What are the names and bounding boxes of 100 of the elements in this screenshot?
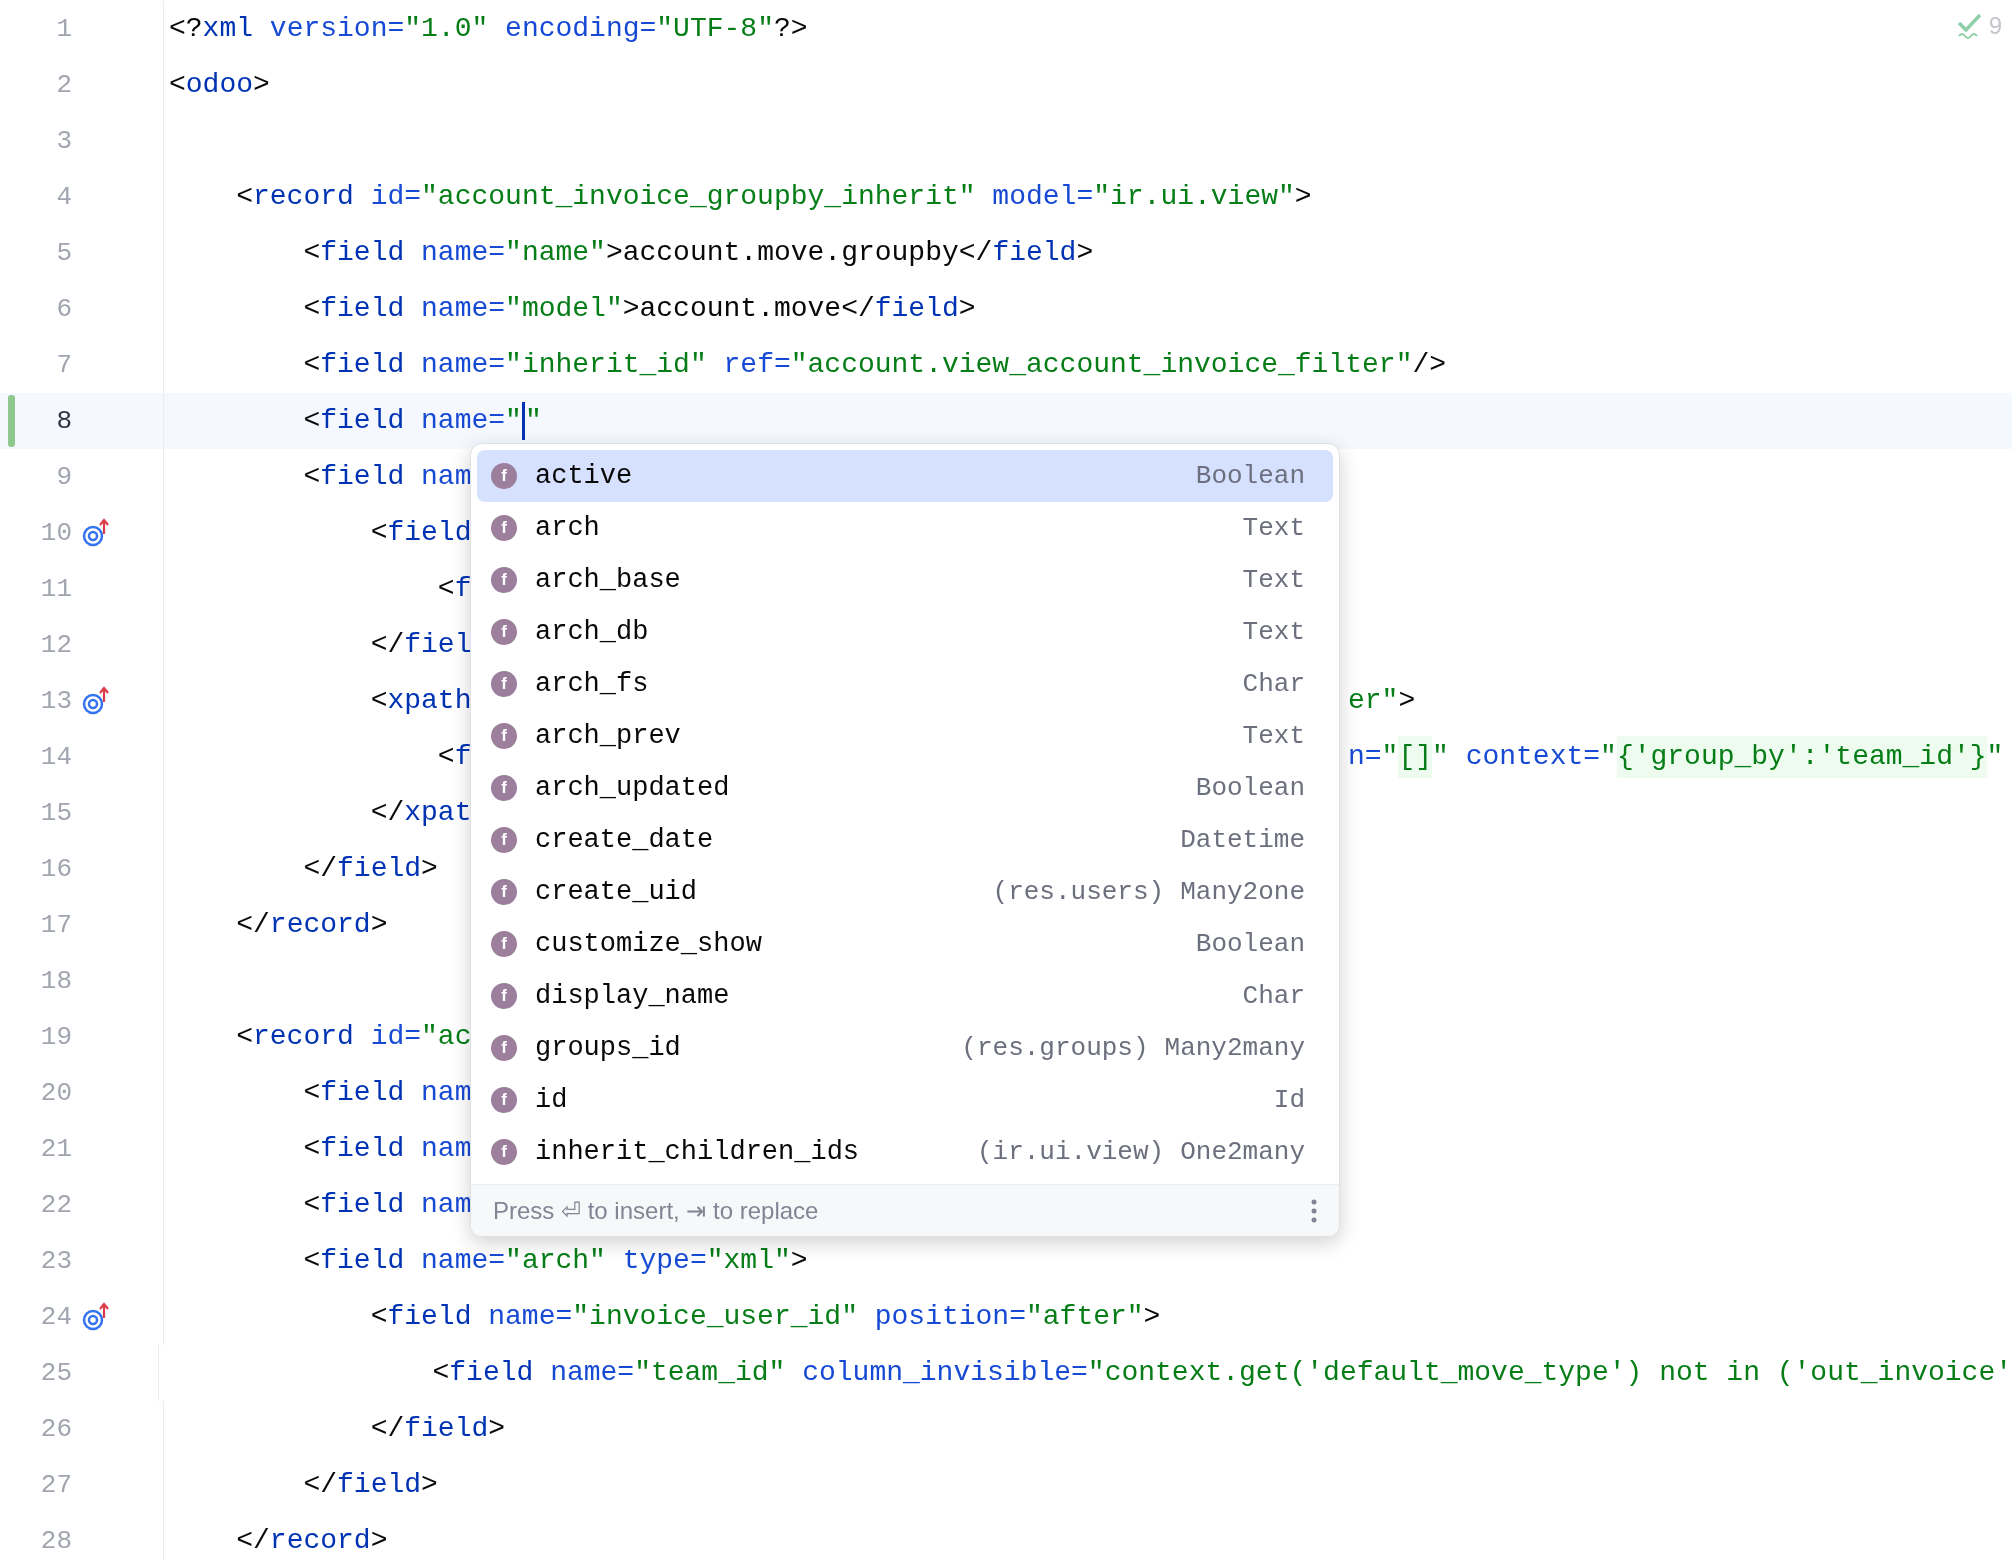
code-token: ?> [773,12,808,46]
target-arrow-icon[interactable] [82,1302,112,1332]
code-token: name= [420,236,506,270]
code-token: > [958,292,976,326]
code-token: >account.move.groupby</ [605,236,993,270]
code-token: field [320,1188,405,1222]
field-type: Many2many [1164,1031,1305,1065]
line-number: 17 [39,908,72,942]
completion-item[interactable]: f groups_id (res.groups) Many2many [477,1022,1333,1074]
code-token: record [253,1020,354,1054]
line-number: 3 [55,124,72,158]
code-token: "ir.ui.view" [1093,180,1295,214]
code-token: fiel [404,628,472,662]
field-type: Text [1242,615,1305,649]
code-token: "account.view_account_invoice_filter" [790,348,1413,382]
code-token: " [505,404,522,438]
completion-item[interactable]: f active Boolean [477,450,1333,502]
code-token: <? [169,12,203,46]
field-name: arch_fs [535,667,649,701]
field-icon: f [491,515,517,541]
completion-item[interactable]: f arch_fs Char [477,658,1333,710]
completion-item[interactable]: f arch_updated Boolean [477,762,1333,814]
completion-item[interactable]: f inherit_children_ids (ir.ui.view) One2many [477,1126,1333,1178]
code-token: version= [268,12,405,46]
code-token: field [387,516,472,550]
completion-item[interactable]: f customize_show Boolean [477,918,1333,970]
code-token: "name" [505,236,606,270]
code-token: field [320,1076,405,1110]
code-token: "account_invoice_groupby_inherit" [421,180,976,214]
code-token: xpath [387,684,472,718]
code-token: nam [420,1132,472,1166]
code-token: < [302,292,321,326]
field-type: Boolean [1195,771,1305,805]
line-number: 19 [39,1020,72,1054]
completion-item[interactable]: f display_name Char [477,970,1333,1022]
field-icon: f [491,879,517,905]
code-token: context= [1464,740,1601,774]
code-token: {'group_by':'team_id'} [1616,736,1987,778]
code-token: "inherit_id" [505,348,707,382]
code-token: < [302,1188,321,1222]
code-token: "xml" [706,1244,791,1278]
code-token: < [369,1300,388,1334]
code-token: < [302,348,321,382]
field-name: id [535,1083,568,1117]
field-type: Many2one [1180,875,1305,909]
code-token: field [992,236,1077,270]
field-model: (res.groups) [961,1031,1149,1065]
code-token: field [320,1132,405,1166]
code-token: < [302,460,321,494]
field-name: create_date [535,823,714,857]
completion-item[interactable]: f arch_base Text [477,554,1333,606]
field-name: arch [535,511,600,545]
field-name: groups_id [535,1031,681,1065]
code-token: nam [420,1188,472,1222]
code-token: </ [369,628,405,662]
code-token: < [302,1132,321,1166]
code-token: /> [1412,348,1447,382]
completion-item[interactable]: f arch_db Text [477,606,1333,658]
field-icon: f [491,619,517,645]
code-token: "team_id" [634,1356,786,1390]
code-token: name= [487,1300,573,1334]
code-token: < [369,684,388,718]
field-name: customize_show [535,927,762,961]
code-token: record [269,1524,371,1558]
code-token: field [387,1300,472,1334]
field-name: inherit_children_ids [535,1135,860,1169]
code-token: > [253,68,270,102]
completion-item[interactable]: f create_date Datetime [477,814,1333,866]
code-token: " [1381,740,1399,774]
field-name: arch_prev [535,719,681,753]
code-token: > [1398,684,1416,718]
line-number: 2 [55,68,72,102]
code-token: field [337,1468,422,1502]
completion-item[interactable]: f create_uid (res.users) Many2one [477,866,1333,918]
completion-item[interactable]: f id Id [477,1074,1333,1126]
code-token: field [449,1356,534,1390]
code-token: field [320,460,405,494]
line-number: 7 [55,348,72,382]
line-number: 15 [39,796,72,830]
more-options-icon[interactable] [1311,1198,1317,1223]
field-name: active [535,459,633,493]
code-token: > [1143,1300,1161,1334]
code-token: </ [235,1524,270,1558]
line-number: 5 [55,236,72,270]
target-arrow-icon[interactable] [82,686,112,716]
field-type: Text [1242,511,1305,545]
field-name: display_name [535,979,730,1013]
code-token: "after" [1025,1300,1144,1334]
code-token: "arch" [505,1244,606,1278]
completion-item[interactable]: f arch Text [477,502,1333,554]
code-token: "invoice_user_id" [572,1300,858,1334]
code-token: field [874,292,959,326]
field-name: arch_updated [535,771,730,805]
code-token: field [320,404,405,438]
target-arrow-icon[interactable] [82,518,112,548]
code-token: f [454,740,472,774]
completion-item[interactable]: f arch_prev Text [477,710,1333,762]
field-icon: f [491,827,517,853]
line-number: 16 [39,852,72,886]
field-name: arch_base [535,563,681,597]
